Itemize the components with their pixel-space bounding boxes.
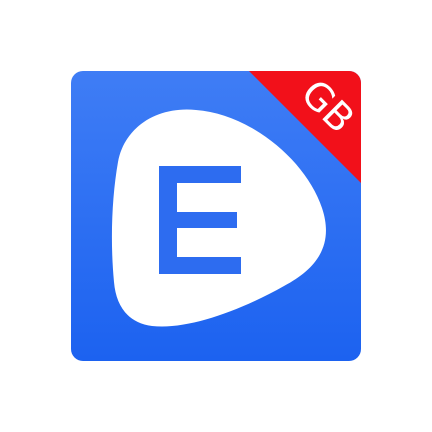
app-icon-canvas: GB bbox=[0, 0, 432, 432]
letter-e-top-bar bbox=[159, 166, 241, 183]
letter-e-icon bbox=[159, 166, 241, 274]
letter-e-middle-bar bbox=[159, 212, 237, 228]
letter-e-bottom-bar bbox=[159, 257, 241, 274]
app-icon[interactable]: GB bbox=[0, 0, 432, 432]
